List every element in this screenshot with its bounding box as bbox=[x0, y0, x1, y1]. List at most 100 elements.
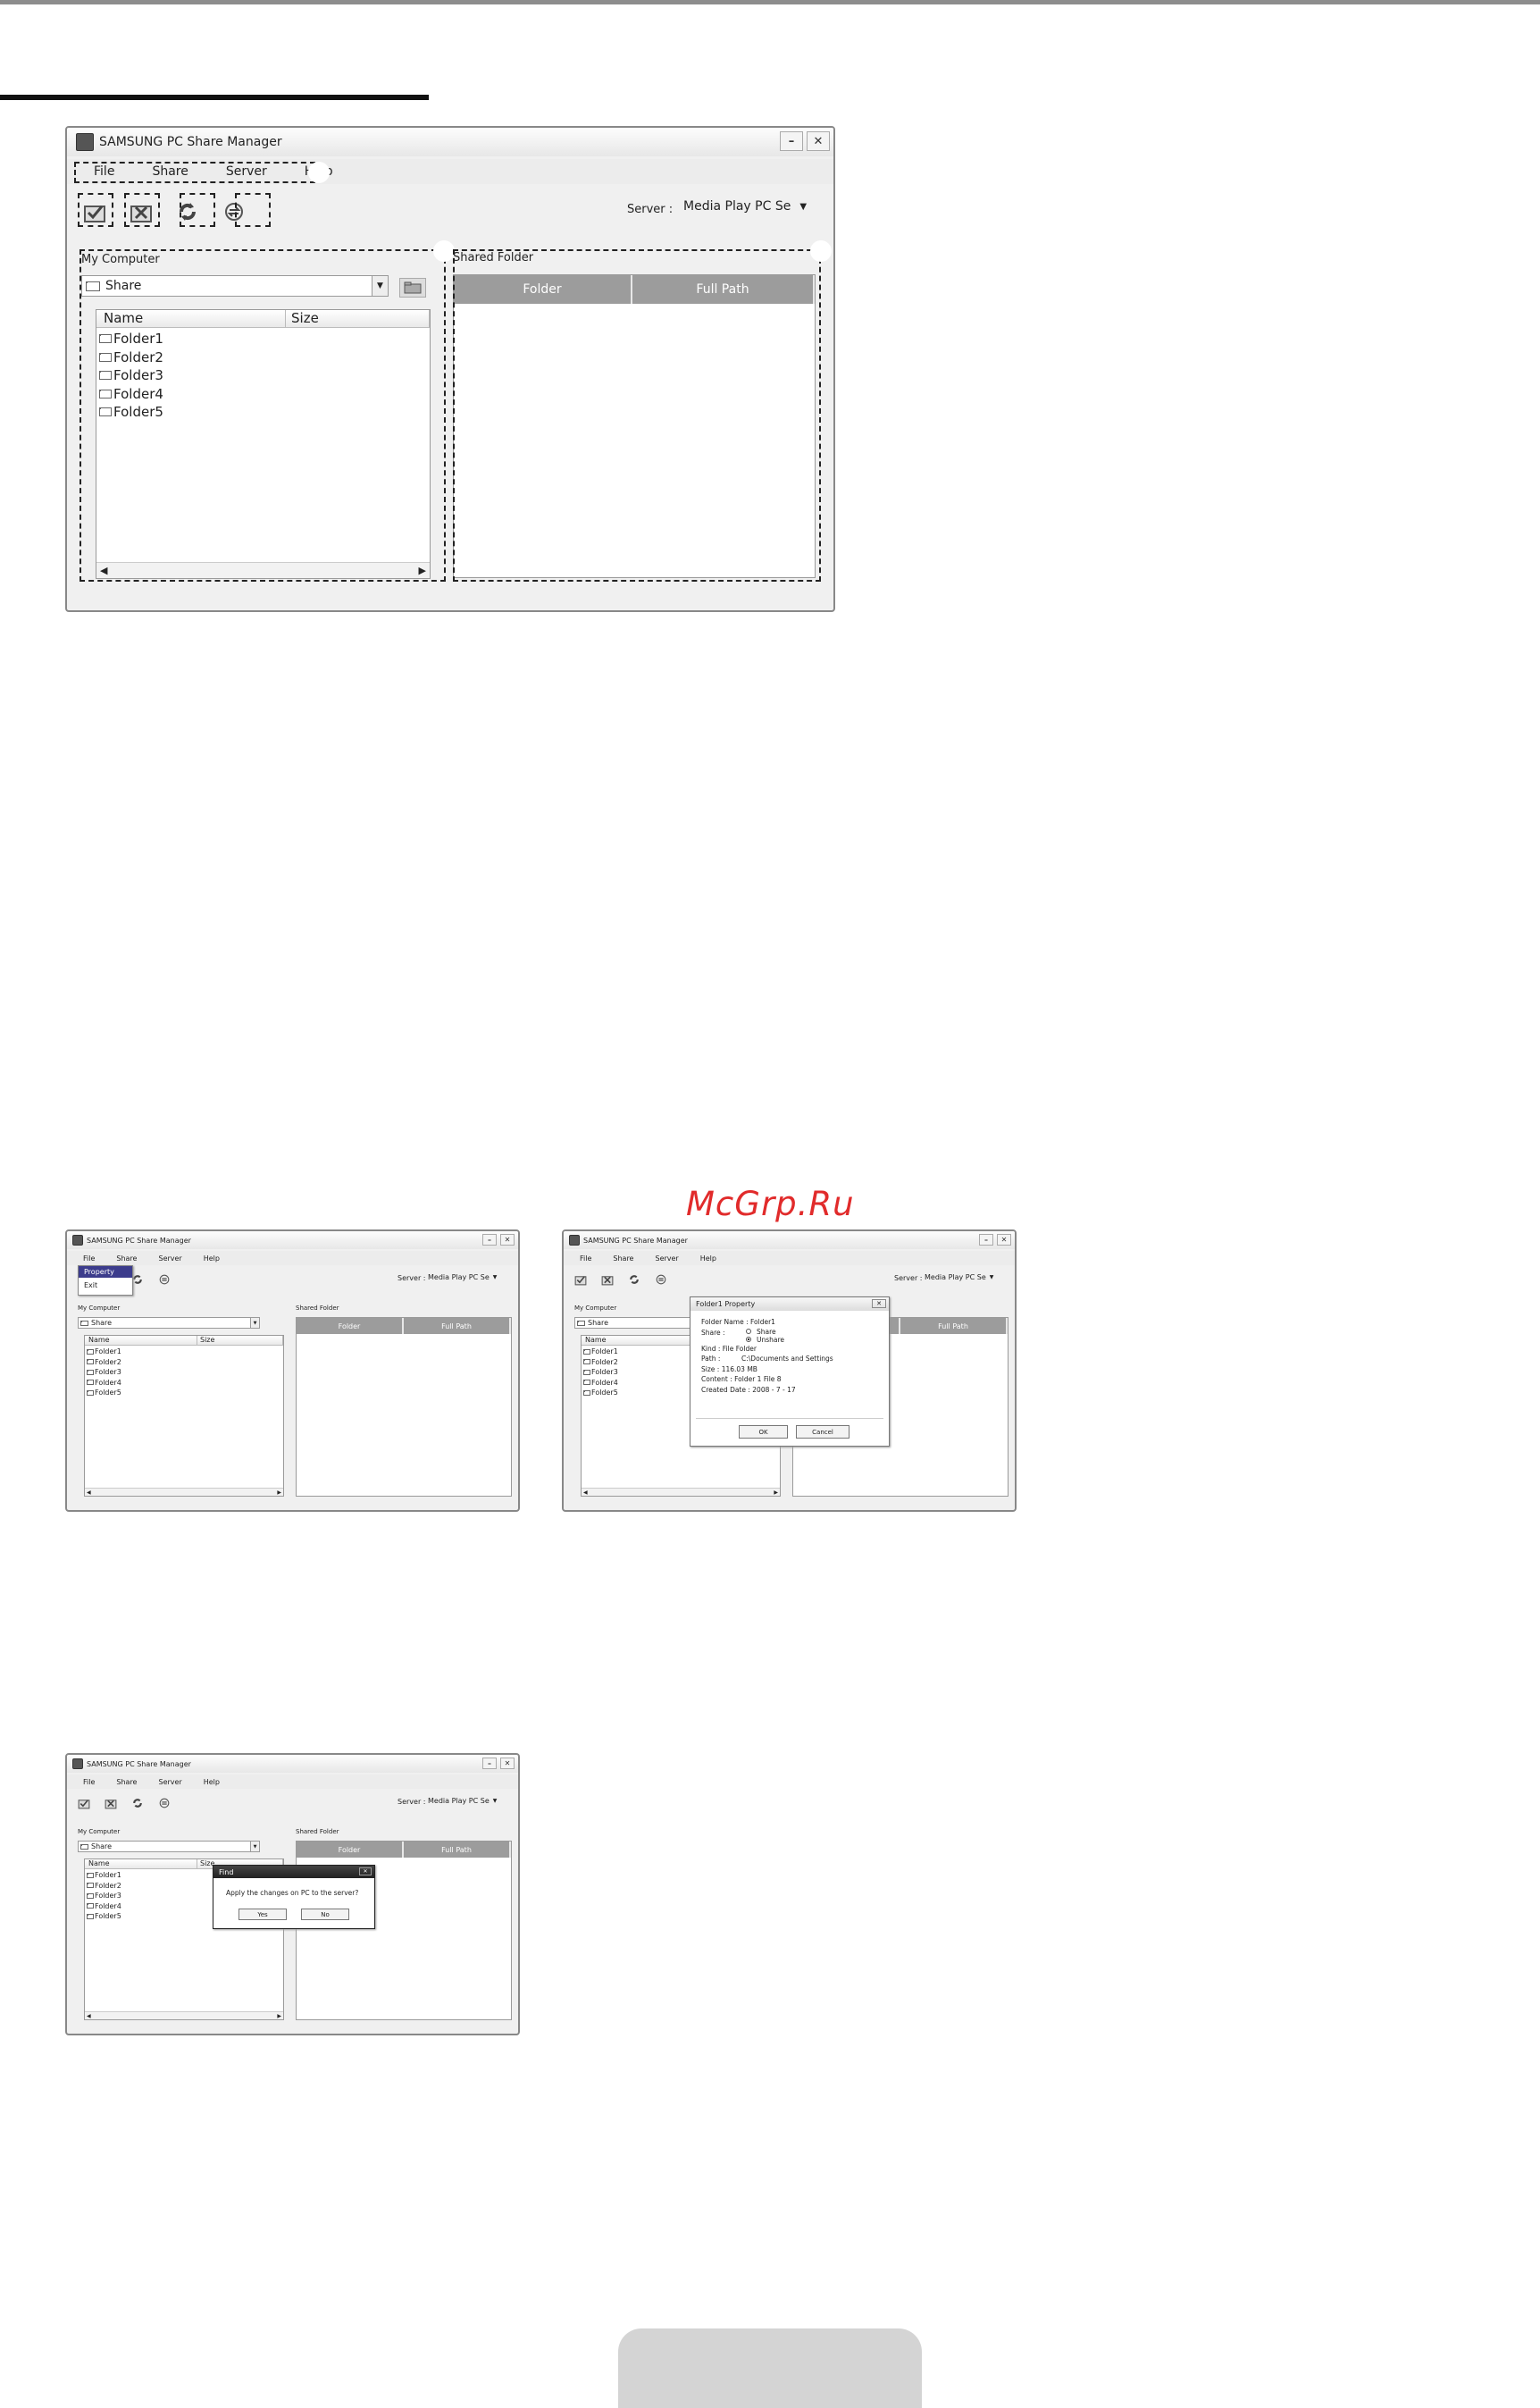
close-icon[interactable]: ✕ bbox=[359, 1867, 372, 1875]
menu-help[interactable]: Help bbox=[204, 1254, 220, 1263]
close-icon[interactable]: ✕ bbox=[872, 1299, 886, 1308]
menu-file[interactable]: File bbox=[83, 1254, 95, 1263]
list-item[interactable]: Folder2 bbox=[87, 1357, 121, 1368]
menu-server[interactable]: Server bbox=[158, 1778, 181, 1786]
shared-folder-label: Shared Folder bbox=[453, 251, 534, 264]
close-button[interactable]: ✕ bbox=[807, 131, 830, 151]
refresh-icon bbox=[133, 1799, 142, 1808]
sync-button[interactable] bbox=[156, 1271, 172, 1288]
location-combo[interactable]: Share ▼ bbox=[81, 275, 389, 297]
sync-icon bbox=[159, 1798, 170, 1808]
close-button[interactable]: ✕ bbox=[500, 1234, 515, 1246]
share-folder-button[interactable] bbox=[573, 1271, 589, 1288]
minimize-button[interactable]: – bbox=[780, 131, 803, 151]
list-item[interactable]: Folder3 bbox=[583, 1367, 618, 1378]
shared-folder-panel: Folder Full Path bbox=[296, 1317, 512, 1497]
list-item[interactable]: Folder3 bbox=[87, 1891, 121, 1901]
menu-item-property[interactable]: Property bbox=[79, 1266, 132, 1278]
list-item[interactable]: Folder4 bbox=[99, 385, 163, 404]
close-button[interactable]: ✕ bbox=[997, 1234, 1011, 1246]
chevron-down-icon: ▼ bbox=[989, 1274, 994, 1280]
refresh-button[interactable] bbox=[130, 1795, 146, 1811]
list-item[interactable]: Folder1 bbox=[87, 1870, 121, 1881]
list-item[interactable]: Folder5 bbox=[99, 403, 163, 422]
shared-folder-header: Folder Full Path bbox=[454, 275, 815, 304]
menu-file[interactable]: File bbox=[94, 164, 114, 179]
list-item[interactable]: Folder5 bbox=[583, 1388, 618, 1398]
list-item[interactable]: Folder3 bbox=[87, 1367, 121, 1378]
menu-share[interactable]: Share bbox=[116, 1778, 137, 1786]
server-select[interactable]: Media Play PC Se ▼ bbox=[925, 1273, 993, 1281]
unshare-folder-button[interactable] bbox=[103, 1795, 119, 1811]
minimize-button[interactable]: – bbox=[482, 1234, 497, 1246]
column-folder[interactable]: Folder bbox=[454, 275, 632, 304]
share-folder-button[interactable] bbox=[76, 1795, 92, 1811]
unshare-radio[interactable] bbox=[746, 1337, 751, 1342]
list-item[interactable]: Folder3 bbox=[99, 366, 163, 385]
sync-button[interactable] bbox=[219, 197, 249, 227]
menu-bar: File Share Server Help bbox=[67, 1251, 518, 1265]
list-item[interactable]: Folder2 bbox=[583, 1357, 618, 1368]
cancel-button[interactable]: Cancel bbox=[796, 1425, 850, 1439]
list-item[interactable]: Folder4 bbox=[87, 1901, 121, 1912]
list-item[interactable]: Folder4 bbox=[583, 1378, 618, 1389]
unshare-folder-icon bbox=[601, 1276, 614, 1286]
share-folder-icon bbox=[84, 206, 105, 222]
sync-icon bbox=[656, 1274, 666, 1285]
minimize-button[interactable]: – bbox=[482, 1758, 497, 1769]
sync-button[interactable] bbox=[156, 1795, 172, 1811]
menu-share[interactable]: Share bbox=[116, 1254, 137, 1263]
menu-server[interactable]: Server bbox=[226, 164, 267, 179]
list-item[interactable]: Folder1 bbox=[583, 1347, 618, 1357]
column-name[interactable]: Name bbox=[96, 310, 286, 327]
find-dialog: Find ✕ Apply the changes on PC to the se… bbox=[213, 1865, 375, 1929]
share-folder-button[interactable] bbox=[80, 197, 110, 227]
list-item[interactable]: Folder2 bbox=[99, 348, 163, 367]
server-select[interactable]: Media Play PC Se ▼ bbox=[428, 1273, 497, 1281]
menu-share[interactable]: Share bbox=[613, 1254, 633, 1263]
browse-folder-button[interactable] bbox=[399, 278, 426, 298]
minimize-button[interactable]: – bbox=[979, 1234, 993, 1246]
refresh-button[interactable] bbox=[172, 197, 203, 227]
share-radio[interactable] bbox=[746, 1329, 751, 1334]
app-logo-icon bbox=[76, 133, 94, 151]
horizontal-scrollbar[interactable]: ◀ ▶ bbox=[85, 2011, 283, 2019]
menu-help[interactable]: Help bbox=[700, 1254, 716, 1263]
top-rule bbox=[0, 0, 1540, 4]
unshare-option-label: Unshare bbox=[757, 1335, 785, 1344]
ok-button[interactable]: OK bbox=[739, 1425, 788, 1439]
list-item[interactable]: Folder2 bbox=[87, 1881, 121, 1892]
menu-file[interactable]: File bbox=[83, 1778, 95, 1786]
column-size[interactable]: Size bbox=[286, 310, 430, 327]
list-item[interactable]: Folder4 bbox=[87, 1378, 121, 1389]
list-item[interactable]: Folder5 bbox=[87, 1388, 121, 1398]
menu-share[interactable]: Share bbox=[152, 164, 188, 179]
title-bar: SAMSUNG PC Share Manager – ✕ bbox=[67, 1231, 518, 1249]
window-title: SAMSUNG PC Share Manager bbox=[87, 1759, 191, 1768]
unshare-folder-button[interactable] bbox=[126, 197, 156, 227]
horizontal-scrollbar[interactable]: ◀ ▶ bbox=[96, 562, 430, 578]
location-combo[interactable]: Share ▼ bbox=[78, 1317, 260, 1329]
list-item[interactable]: Folder5 bbox=[87, 1911, 121, 1922]
find-dialog-message: Apply the changes on PC to the server? bbox=[226, 1889, 359, 1897]
menu-item-exit[interactable]: Exit bbox=[79, 1278, 132, 1293]
no-button[interactable]: No bbox=[301, 1909, 349, 1920]
yes-button[interactable]: Yes bbox=[239, 1909, 287, 1920]
menu-server[interactable]: Server bbox=[655, 1254, 678, 1263]
close-button[interactable]: ✕ bbox=[500, 1758, 515, 1769]
menu-file[interactable]: File bbox=[580, 1254, 591, 1263]
location-combo[interactable]: Share ▼ bbox=[78, 1841, 260, 1852]
menu-server[interactable]: Server bbox=[158, 1254, 181, 1263]
horizontal-scrollbar[interactable]: ◀ ▶ bbox=[582, 1488, 780, 1496]
list-item[interactable]: Folder1 bbox=[99, 330, 163, 348]
horizontal-scrollbar[interactable]: ◀ ▶ bbox=[85, 1488, 283, 1496]
server-select[interactable]: Media Play PC Se ▼ bbox=[683, 199, 807, 214]
column-full-path[interactable]: Full Path bbox=[632, 275, 815, 304]
unshare-folder-button[interactable] bbox=[599, 1271, 615, 1288]
server-select[interactable]: Media Play PC Se ▼ bbox=[428, 1797, 497, 1805]
list-item[interactable]: Folder1 bbox=[87, 1347, 121, 1357]
menu-help[interactable]: Help bbox=[204, 1778, 220, 1786]
chevron-down-icon: ▼ bbox=[492, 1798, 498, 1804]
sync-button[interactable] bbox=[653, 1271, 669, 1288]
refresh-button[interactable] bbox=[626, 1271, 642, 1288]
